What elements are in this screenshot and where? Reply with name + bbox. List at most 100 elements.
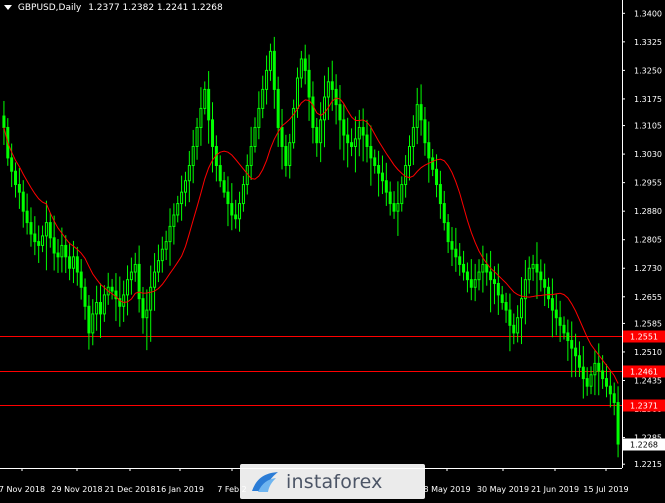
candle-body — [238, 203, 242, 220]
candle — [377, 150, 381, 197]
candle-body — [234, 214, 238, 220]
horizontal-levels — [0, 336, 622, 406]
candle-body — [346, 134, 350, 144]
x-tick-label: 21 Dec 2018 — [104, 485, 155, 494]
candle-body — [485, 263, 489, 273]
y-tick-label: 1.2805 — [634, 236, 662, 245]
candle — [407, 135, 411, 181]
candle — [218, 155, 222, 188]
candle — [195, 117, 199, 160]
candle-body — [411, 126, 415, 147]
candle-body — [122, 294, 126, 307]
x-tick-label: 29 Nov 2018 — [51, 485, 102, 494]
level-price-label: 1.2371 — [630, 402, 658, 411]
candle — [118, 276, 122, 327]
candle-body — [17, 184, 21, 193]
candle — [168, 208, 172, 266]
candle — [87, 295, 91, 350]
candle — [361, 108, 365, 162]
candle-body — [71, 256, 75, 269]
candle — [500, 285, 504, 310]
candle-body — [581, 366, 585, 380]
candle — [346, 117, 350, 168]
candle — [315, 118, 319, 157]
y-tick-label: 1.3105 — [634, 122, 662, 131]
candle-body — [384, 180, 388, 193]
candle-body — [512, 324, 516, 334]
candle-body — [25, 210, 29, 224]
candle — [527, 256, 531, 294]
candle-body — [396, 203, 400, 212]
candle — [280, 108, 284, 170]
candle — [110, 278, 114, 300]
y-tick-label: 1.2655 — [634, 293, 662, 302]
y-tick-label: 1.3325 — [634, 38, 662, 47]
candle — [2, 100, 6, 145]
candle — [37, 225, 41, 263]
candle-body — [342, 119, 346, 136]
candle-body — [156, 260, 160, 273]
candle-body — [489, 271, 493, 281]
candle — [369, 125, 373, 186]
candle — [299, 50, 303, 88]
candle-body — [543, 279, 547, 288]
candle — [106, 272, 110, 305]
chart-header: GBPUSD,Daily 1.2377 1.2382 1.2241 1.2268 — [4, 3, 223, 13]
x-tick-label: 15 Jul 2019 — [583, 485, 628, 494]
candle — [129, 257, 133, 295]
last-price-label: 1.2268 — [630, 441, 658, 450]
candle — [83, 278, 87, 320]
candle — [25, 193, 29, 235]
candle-body — [380, 172, 384, 182]
candle — [427, 121, 431, 183]
candle — [458, 243, 462, 276]
candle-body — [203, 88, 207, 109]
candle — [566, 319, 570, 361]
y-tick-label: 1.3030 — [634, 150, 662, 159]
candle-body — [446, 222, 450, 243]
candle — [137, 245, 141, 313]
candle-body — [516, 317, 520, 334]
candle — [153, 253, 157, 311]
collapse-triangle-icon[interactable] — [4, 5, 12, 10]
candle — [276, 76, 280, 147]
candle-body — [307, 69, 311, 98]
candle-body — [261, 88, 265, 109]
candle-body — [520, 298, 524, 319]
y-tick-label: 1.2435 — [634, 376, 662, 385]
candle-body — [442, 203, 446, 224]
candle-body — [458, 256, 462, 265]
candle — [95, 285, 99, 331]
candle — [589, 366, 593, 395]
candle — [400, 176, 404, 212]
candle-body — [95, 301, 99, 315]
candle — [261, 75, 265, 119]
candle-body — [87, 305, 91, 334]
candle — [554, 294, 558, 336]
candle — [102, 285, 106, 322]
candle — [172, 203, 176, 245]
candle — [91, 299, 95, 346]
candle — [288, 133, 292, 179]
instaforex-logo-icon — [252, 471, 278, 492]
candle — [570, 321, 574, 378]
candlestick-chart: 1.3400 1.3325 1.3250 1.3175 1.3105 1.3030 1.29… — [0, 0, 665, 494]
candle — [543, 263, 547, 307]
candle — [180, 175, 184, 221]
candle-body — [52, 237, 56, 254]
candle-body — [249, 145, 253, 167]
candle — [353, 116, 357, 173]
candle-body — [222, 180, 226, 193]
candle-body — [373, 157, 377, 167]
candle-body — [241, 184, 245, 205]
candle — [214, 135, 218, 182]
candle-body — [404, 165, 408, 186]
x-tick-label: 8 May 2019 — [423, 485, 470, 494]
candle-body — [145, 309, 149, 319]
candle — [550, 278, 554, 338]
candle-body — [2, 115, 6, 128]
candle-body — [450, 241, 454, 250]
candle — [133, 252, 137, 282]
candle-body — [527, 267, 531, 281]
candle-body — [149, 286, 153, 311]
